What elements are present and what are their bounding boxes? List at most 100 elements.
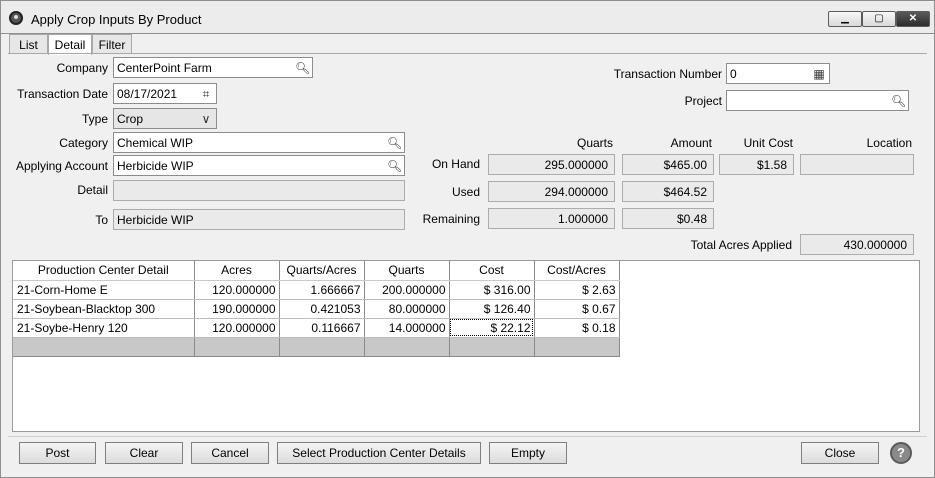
cell-acres[interactable]: 120.000000 [194,280,280,300]
type-select[interactable]: Crop ∨ [113,108,217,129]
cell-quarts-acres[interactable]: 0.421053 [279,299,365,319]
maximize-button[interactable]: ▢ [862,11,896,27]
applying-account-value: Herbicide WIP [117,159,194,173]
search-icon[interactable]: 🔍︎ [891,94,906,108]
app-icon [9,11,23,25]
cell-production-center[interactable]: 21-Soybean-Blacktop 300 [13,299,195,319]
cell-production-center[interactable]: 21-Soybe-Henry 120 [13,318,195,338]
cell-cost[interactable]: $ 126.40 [449,299,535,319]
transaction-date-field[interactable]: 08/17/2021 ⌗ [113,83,217,104]
col-quarts-acres[interactable]: Quarts/Acres [279,261,365,281]
cell-cost[interactable]: $ 316.00 [449,280,535,300]
cell-cost-acres[interactable]: $ 0.18 [534,318,620,338]
amount-header: Amount [670,136,712,150]
tab-content-border [8,53,927,54]
col-quarts[interactable]: Quarts [364,261,450,281]
col-cost[interactable]: Cost [449,261,535,281]
new-row-cell[interactable] [449,337,535,357]
search-icon[interactable]: 🔍︎ [295,61,310,75]
type-value: Crop [117,112,144,126]
company-field[interactable]: CenterPoint Farm 🔍︎ [113,57,313,78]
chevron-down-icon[interactable]: ∨ [199,112,213,126]
on-hand-label: On Hand [431,157,480,171]
table-row[interactable]: 21-Soybean-Blacktop 300 190.000000 0.421… [13,299,620,319]
title-bar: Apply Crop Inputs By Product ▁ ▢ ✕ [0,0,935,34]
remaining-quarts: 1.000000 [488,208,615,229]
remaining-amount: $0.48 [622,208,714,229]
total-acres-label: Total Acres Applied [690,238,792,252]
remaining-label: Remaining [422,212,480,226]
tab-filter[interactable]: Filter [92,34,132,54]
location-header: Location [866,136,912,150]
cell-quarts-acres[interactable]: 0.116667 [279,318,365,338]
minimize-button[interactable]: ▁ [828,11,862,27]
on-hand-location [800,154,914,175]
calculator-icon[interactable]: ▦ [812,67,826,81]
col-production-center-detail[interactable]: Production Center Detail [13,261,195,281]
tab-detail[interactable]: Detail [48,34,92,55]
used-amount: $464.52 [622,181,714,202]
grid-table: Production Center Detail Acres Quarts/Ac… [13,261,620,357]
used-label: Used [451,185,480,199]
empty-button[interactable]: Empty [489,442,567,464]
cell-cost-selected[interactable]: $ 22.12 [449,318,535,338]
new-row-cell[interactable] [364,337,450,357]
company-value: CenterPoint Farm [117,61,212,75]
production-center-grid[interactable]: Production Center Detail Acres Quarts/Ac… [12,260,920,432]
total-acres-value: 430.000000 [800,234,914,255]
cancel-button[interactable]: Cancel [191,442,269,464]
new-row-cell[interactable] [194,337,280,357]
table-row[interactable]: 21-Soybe-Henry 120 120.000000 0.116667 1… [13,318,620,338]
col-acres[interactable]: Acres [194,261,280,281]
company-label: Company [56,61,108,75]
on-hand-amount: $465.00 [622,154,714,175]
cell-quarts[interactable]: 14.000000 [364,318,450,338]
category-value: Chemical WIP [117,136,194,150]
post-button[interactable]: Post [19,442,96,464]
cell-quarts-acres[interactable]: 1.666667 [279,280,365,300]
help-icon[interactable]: ? [890,442,912,464]
transaction-number-value: 0 [730,67,737,81]
close-button[interactable]: Close [801,442,879,464]
search-icon[interactable]: 🔍︎ [387,136,402,150]
new-row-cell[interactable] [13,337,195,357]
window-title: Apply Crop Inputs By Product [31,12,202,27]
type-label: Type [81,112,108,126]
category-label: Category [59,136,108,150]
transaction-number-label: Transaction Number [613,67,722,81]
clear-button[interactable]: Clear [105,442,183,464]
cell-quarts[interactable]: 200.000000 [364,280,450,300]
applying-account-label: Applying Account [15,159,108,173]
transaction-date-value: 08/17/2021 [117,87,178,101]
calendar-icon[interactable]: ⌗ [199,87,213,101]
col-cost-acres[interactable]: Cost/Acres [534,261,620,281]
used-quarts: 294.000000 [488,181,615,202]
close-window-button[interactable]: ✕ [896,11,930,27]
category-field[interactable]: Chemical WIP 🔍︎ [113,132,405,153]
cell-acres[interactable]: 120.000000 [194,318,280,338]
project-field[interactable]: 🔍︎ [726,90,909,111]
cell-cost-acres[interactable]: $ 0.67 [534,299,620,319]
cell-production-center[interactable]: 21-Corn-Home E [13,280,195,300]
cell-acres[interactable]: 190.000000 [194,299,280,319]
search-icon[interactable]: 🔍︎ [387,159,402,173]
table-row[interactable]: 21-Corn-Home E 120.000000 1.666667 200.0… [13,280,620,300]
on-hand-unit-cost: $1.58 [719,154,794,175]
to-label: To [95,213,108,227]
to-field: Herbicide WIP [113,209,405,230]
button-separator [8,436,927,437]
transaction-number-field[interactable]: 0 ▦ [726,63,830,84]
quarts-header: Quarts [576,136,613,150]
applying-account-field[interactable]: Herbicide WIP 🔍︎ [113,155,405,176]
select-production-center-details-button[interactable]: Select Production Center Details [277,442,481,464]
new-row[interactable] [13,337,620,357]
tab-list[interactable]: List [9,34,48,54]
cell-cost-acres[interactable]: $ 2.63 [534,280,620,300]
transaction-date-label: Transaction Date [17,87,108,101]
detail-label: Detail [77,183,108,197]
cell-quarts[interactable]: 80.000000 [364,299,450,319]
on-hand-quarts: 295.000000 [488,154,615,175]
detail-field[interactable] [113,180,405,201]
new-row-cell[interactable] [534,337,620,357]
new-row-cell[interactable] [279,337,365,357]
